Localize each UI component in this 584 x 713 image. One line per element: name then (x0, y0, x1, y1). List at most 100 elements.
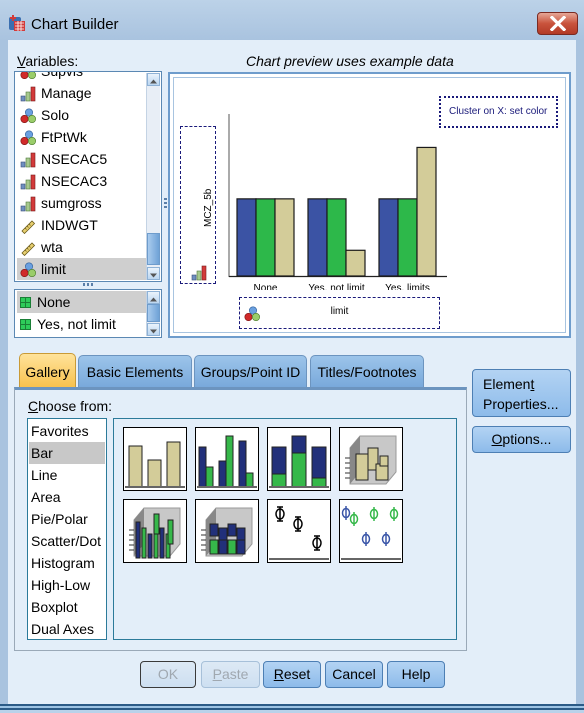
variable-item[interactable]: sumgross (17, 192, 147, 214)
category-icon (20, 297, 31, 308)
cancel-label: Cancel (332, 666, 376, 682)
variable-item[interactable]: NSECAC3 (17, 170, 147, 192)
stacked-3d-bar-icon (201, 507, 253, 557)
variable-name: NSECAC5 (41, 151, 108, 167)
variable-item[interactable]: FtPtWk (17, 126, 147, 148)
scale-variable-icon (21, 220, 36, 234)
tab-label: Groups/Point ID (200, 364, 301, 380)
category-label: None (37, 294, 71, 310)
tab-label: Gallery (25, 364, 70, 380)
bar-cluster-1-2 (378, 198, 399, 277)
chart-builder-app-icon (9, 15, 25, 31)
category-item[interactable]: Yes, not limit (17, 313, 147, 335)
chart-type-item[interactable]: Area (29, 486, 105, 508)
help-button[interactable]: Help (387, 661, 445, 688)
variable-name: Manage (41, 85, 92, 101)
variable-item[interactable]: INDWGT (17, 214, 147, 236)
paste-label: Paste (212, 666, 249, 682)
scroll-down-button[interactable] (147, 323, 160, 336)
gallery-thumb-stacked-3d-bar[interactable] (195, 499, 259, 563)
cluster-color-dropzone[interactable]: Cluster on X: set color (439, 96, 558, 128)
categories-scrollbar[interactable] (146, 291, 160, 336)
ordinal-variable-icon (20, 86, 36, 102)
tab-basic-elements[interactable]: Basic Elements (78, 355, 192, 387)
chart-gallery (113, 418, 457, 640)
window-bottom-border (0, 704, 584, 713)
chart-type-item[interactable]: Favorites (29, 420, 105, 442)
variable-item[interactable]: Supvis (17, 71, 147, 82)
x-axis-label: limit (330, 306, 349, 317)
tab-label: Titles/Footnotes (317, 364, 417, 380)
gallery-thumb-stacked-bar[interactable] (267, 427, 331, 491)
chart-type-item[interactable]: Boxplot (29, 596, 105, 618)
bar-cluster-3-0 (274, 198, 295, 277)
chart-type-item[interactable]: Dual Axes (29, 618, 105, 640)
scale-variable-icon (21, 242, 36, 256)
paste-button[interactable]: Paste (201, 661, 260, 688)
chart-preview-canvas[interactable]: Cluster on X: set color MCZ_5b None Yes, … (168, 72, 571, 338)
variable-item[interactable]: NSECAC5 (17, 148, 147, 170)
gallery-thumb-simple-3d-bar[interactable] (339, 427, 403, 491)
scroll-up-button[interactable] (147, 73, 160, 86)
x-axis-dropzone[interactable]: limit (239, 297, 440, 329)
scroll-down-button[interactable] (147, 267, 160, 280)
window-title: Chart Builder (31, 16, 119, 33)
variable-item[interactable]: wta (17, 236, 147, 258)
ordinal-variable-icon (20, 174, 36, 190)
variable-item[interactable]: Solo (17, 104, 147, 126)
scroll-thumb[interactable] (147, 304, 160, 322)
clustered-bar-icon (197, 435, 257, 488)
x-tick-label: Yes, not limit (308, 283, 365, 290)
list-splitter-handle[interactable] (83, 283, 95, 286)
ok-label: OK (157, 666, 179, 682)
close-button[interactable] (537, 12, 578, 35)
gallery-thumb-clustered-3d-bar[interactable] (123, 499, 187, 563)
ordinal-variable-icon (191, 265, 207, 281)
clustered-3d-bar-icon (129, 507, 181, 559)
x-tick-label: Yes, limits (385, 283, 430, 290)
options-button[interactable]: Options... (472, 426, 571, 453)
scroll-up-button[interactable] (147, 291, 160, 304)
nominal-variable-icon (20, 130, 36, 146)
variable-name: sumgross (41, 195, 102, 211)
gallery-thumb-simple-error-bar[interactable] (267, 499, 331, 563)
chart-type-list[interactable]: Favorites Bar Line Area Pie/Polar Scatter/Dot… (27, 418, 107, 640)
variables-label: Variables: (17, 53, 79, 69)
bar-cluster-3-1 (345, 249, 366, 277)
x-tick-label: None (254, 283, 278, 290)
variable-name: Solo (41, 107, 70, 123)
categories-list[interactable]: Yes, not limit None (14, 289, 162, 338)
reset-button[interactable]: Reset (263, 661, 321, 688)
ok-button[interactable]: OK (140, 661, 196, 688)
gallery-thumb-simple-bar[interactable] (123, 427, 187, 491)
tab-groups-point-id[interactable]: Groups/Point ID (194, 355, 307, 387)
tab-gallery[interactable]: Gallery (19, 353, 76, 389)
chart-type-item[interactable]: Pie/Polar (29, 508, 105, 530)
chart-type-item[interactable]: Line (29, 464, 105, 486)
category-item[interactable]: None (17, 291, 147, 313)
variable-item[interactable]: Manage (17, 82, 147, 104)
gallery-thumb-clustered-bar[interactable] (195, 427, 259, 491)
category-label: Yes, not limit (37, 316, 116, 332)
simple-bar-icon (125, 441, 185, 488)
variables-scrollbar[interactable] (146, 73, 160, 280)
variable-name: Supvis (41, 71, 84, 79)
y-axis-dropzone[interactable]: MCZ_5b (180, 126, 216, 284)
scroll-thumb[interactable] (147, 233, 160, 265)
choose-from-label: Choose from: (28, 398, 113, 414)
variable-name: FtPtWk (41, 129, 87, 145)
pane-splitter-handle[interactable] (164, 198, 167, 210)
chart-type-item[interactable]: High-Low (29, 574, 105, 596)
tab-titles-footnotes[interactable]: Titles/Footnotes (310, 355, 424, 387)
chart-type-item[interactable]: Bar (29, 442, 105, 464)
chart-type-item[interactable]: Histogram (29, 552, 105, 574)
variables-list[interactable]: limit wta INDWGT sumgross NSECAC3 NSECAC5 FtPt… (14, 71, 162, 282)
cancel-button[interactable]: Cancel (325, 661, 383, 688)
chart-type-item[interactable]: Scatter/Dot (29, 530, 105, 552)
gallery-thumb-clustered-error-bar[interactable] (339, 499, 403, 563)
y-axis-label: MCZ_5b (203, 188, 214, 227)
variable-name: limit (41, 261, 66, 277)
element-properties-button[interactable]: Element Properties... (472, 369, 571, 417)
variable-item[interactable]: limit (17, 258, 147, 280)
options-label: Options... (491, 431, 552, 447)
